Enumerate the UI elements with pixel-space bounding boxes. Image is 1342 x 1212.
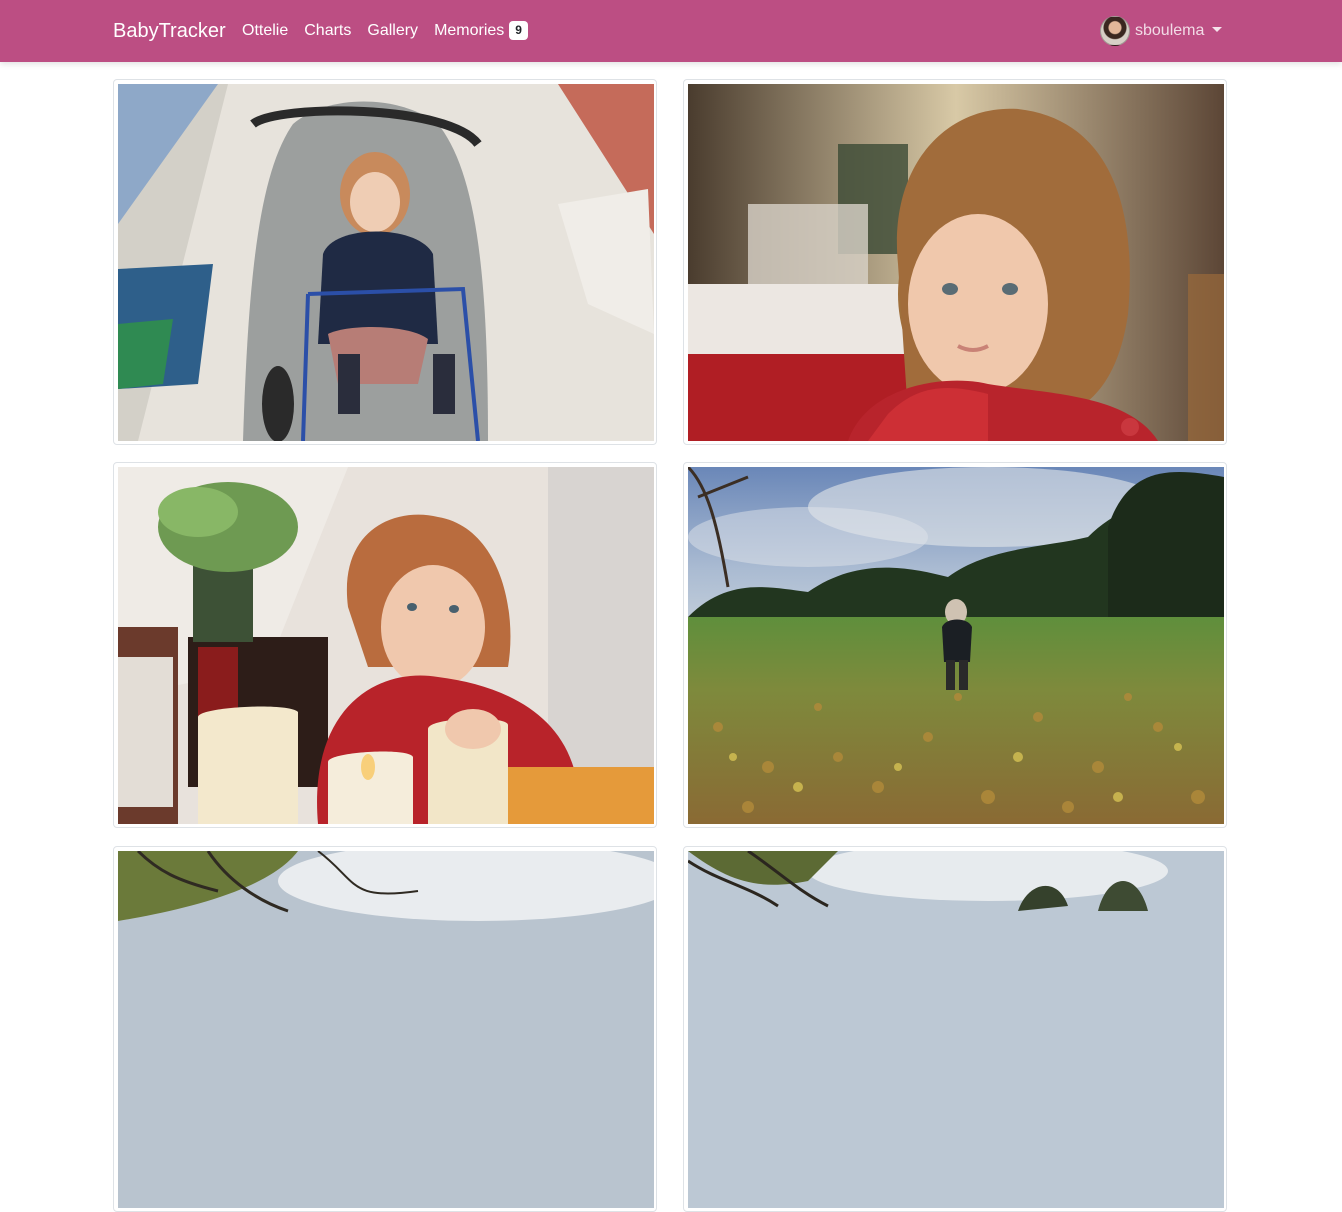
photo-image — [688, 84, 1224, 441]
nav-link-charts[interactable]: Charts — [304, 22, 351, 40]
nav-link-ottelie[interactable]: Ottelie — [242, 22, 288, 40]
user-menu-dropdown[interactable]: sboulema — [1100, 15, 1223, 46]
photo-image — [688, 467, 1224, 824]
photo-image — [118, 84, 654, 441]
photo-image — [688, 851, 1224, 1208]
photo-toddler-closeup[interactable] — [688, 84, 1224, 441]
nav-links: Ottelie Charts Gallery Memories 9 — [242, 21, 544, 40]
navbar: BabyTracker Ottelie Charts Gallery Memor… — [0, 0, 1342, 62]
nav-link-memories-label: Memories — [434, 21, 505, 39]
nav-link-memories[interactable]: Memories 9 — [434, 21, 528, 40]
photo-trees-sky-1[interactable] — [118, 851, 654, 1208]
photo-toddler-autumn-field[interactable] — [688, 467, 1224, 824]
gallery-card[interactable] — [683, 79, 1227, 445]
photo-trees-sky-2[interactable] — [688, 851, 1224, 1208]
avatar — [1100, 15, 1130, 46]
gallery-card[interactable] — [683, 846, 1227, 1212]
photo-image — [118, 851, 654, 1208]
memories-count-badge: 9 — [509, 21, 528, 40]
brand-link[interactable]: BabyTracker — [113, 20, 226, 43]
user-name: sboulema — [1135, 21, 1205, 39]
photo-image — [118, 467, 654, 824]
gallery-card[interactable] — [113, 846, 657, 1212]
gallery-card[interactable] — [113, 79, 657, 445]
nav-link-gallery[interactable]: Gallery — [367, 22, 418, 40]
photo-toddler-stroller[interactable] — [118, 84, 654, 441]
gallery-card[interactable] — [113, 462, 657, 828]
photo-toddler-candles[interactable] — [118, 467, 654, 824]
chevron-down-icon — [1212, 27, 1223, 32]
gallery-card[interactable] — [683, 462, 1227, 828]
